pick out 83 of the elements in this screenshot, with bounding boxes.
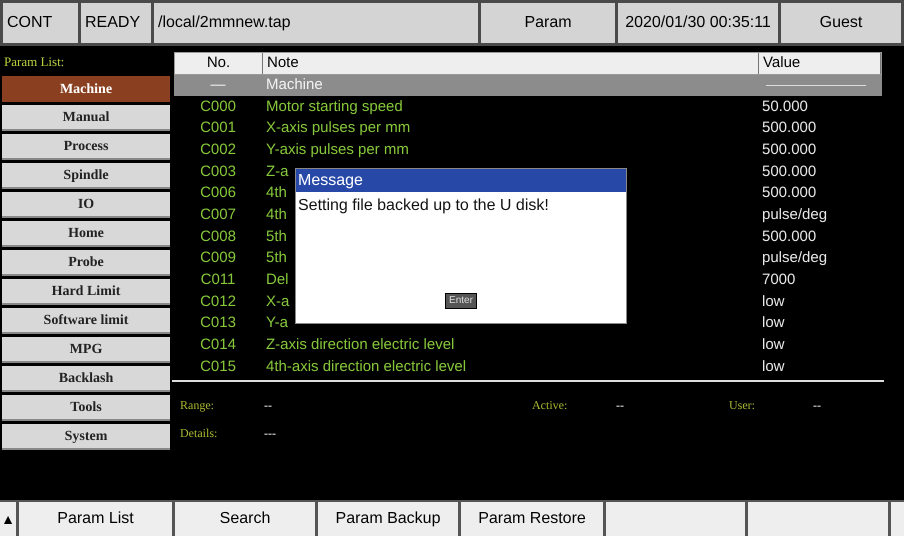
table-cell-text: 500.000 [761,162,818,182]
field-label: Details: [180,424,218,442]
table-cell-text: low [761,292,786,312]
table-cell: Y-axis pulses per mm [266,140,409,158]
table-cell-text: 7000 [761,270,796,290]
table-cell-text: C013 [199,313,237,334]
table-cell-text: C014 [199,335,237,356]
field-label: User: [729,396,756,414]
softkey-button[interactable] [891,502,904,536]
sidebar-item[interactable]: IO [2,192,170,218]
sidebar-item[interactable]: Probe [2,250,170,276]
table-cell-text: C007 [199,205,237,226]
table-cell: 4th [266,184,287,202]
sidebar-title: Param List: [3,53,66,71]
column-header: Value [759,53,881,74]
sidebar-item[interactable]: Process [2,134,170,160]
column-header: Note [263,53,759,74]
table-cell-text: pulse/deg [761,205,828,226]
table-cell-text: C009 [199,248,237,268]
table-cell-text: C015 [199,356,237,377]
table-cell-text: low [761,335,786,356]
sidebar-item[interactable]: Machine [2,76,170,102]
sidebar-item[interactable]: Software limit [2,308,170,334]
table-cell-text: C012 [199,292,237,312]
table-cell: 5th [266,228,287,245]
table-cell-text: C000 [199,96,237,117]
table-cell-text: C008 [199,226,237,247]
table-cell-text: C011 [200,270,236,290]
table-cell-text: 500.000 [761,226,818,247]
table-cell: Motor starting speed [266,98,403,115]
sidebar-item[interactable]: Hard Limit [2,279,170,305]
sidebar-item[interactable]: Tools [2,395,170,421]
table-cell-text: Machine [265,75,324,96]
field-label: Active: [532,396,568,414]
table-cell-text: 500.000 [761,118,818,138]
table-cell-text: C006 [199,183,237,204]
table-cell-text: low [761,313,786,334]
table-cell: X-axis pulses per mm [266,119,410,136]
table-cell-text: — [210,75,226,96]
table-cell-text: C002 [199,140,237,160]
table-cell-text: low [761,356,786,377]
sidebar-item[interactable]: System [2,424,170,450]
enter-button[interactable]: Enter [445,293,477,309]
dialog-title: Message [296,169,626,192]
date-time: 2020/01/30 00:35:11 [618,3,778,43]
sidebar-item[interactable]: Backlash [2,366,170,392]
table-cell-text: 50.000 [761,96,809,117]
table-cell-text: C001 [199,118,237,138]
mode-indicator: CONT [3,3,78,43]
softkey-button[interactable] [606,502,745,536]
up-arrow-button[interactable]: ▲ [0,502,16,536]
machine-state: READY [81,3,151,43]
sidebar-item[interactable]: Manual [2,105,170,131]
table-cell: 4th [266,206,287,224]
field-value: -- [264,396,272,414]
table-cell-text: C003 [199,162,237,182]
dialog-message: Setting file backed up to the U disk! [297,196,550,216]
table-cell-text: 500.000 [761,183,818,204]
sidebar-item[interactable]: Spindle [2,163,170,189]
screen-name: Param [481,3,615,43]
user-name: Guest [781,3,901,43]
sidebar-item[interactable]: MPG [2,337,170,363]
softkey-button[interactable]: Search [175,502,315,536]
field-label: Range: [180,396,215,414]
table-cell: Y-a [266,314,288,332]
softkey-button[interactable]: Param List [19,502,172,536]
sidebar-item[interactable]: Home [2,221,170,247]
table-cell: X-a [266,292,290,310]
field-value: -- [813,396,821,414]
field-value: -- [616,396,624,414]
file-path: /local/2mmnew.tap [154,3,478,43]
table-cell: Z-a [266,162,288,180]
table-cell: 5th [266,249,287,266]
table-cell: Del [266,271,289,288]
field-value: --- [264,424,276,442]
table-cell: 4th-axis direction electric level [266,358,466,375]
table-cell: Z-axis direction electric level [266,336,454,354]
column-header: No. [175,53,263,74]
table-cell-text: pulse/deg [761,248,828,268]
softkey-button[interactable]: Param Restore [461,502,603,536]
softkey-button[interactable]: Param Backup [318,502,458,536]
softkey-button[interactable] [748,502,888,536]
table-cell-text: 500.000 [761,140,818,160]
